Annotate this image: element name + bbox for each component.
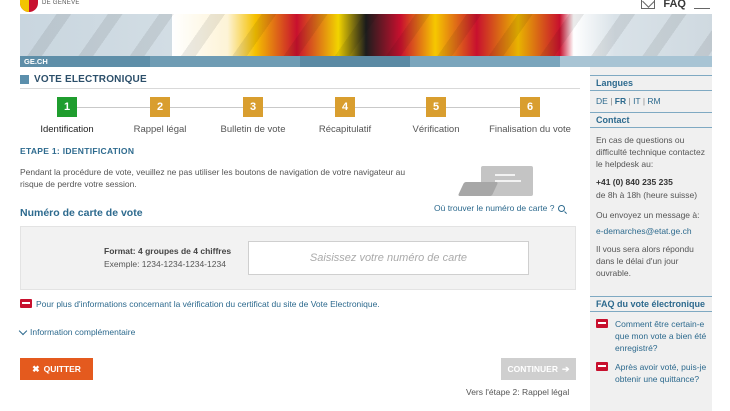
- faq-item[interactable]: Comment être certain-e que mon vote a bi…: [596, 318, 708, 354]
- scale-icon[interactable]: [694, 0, 710, 9]
- quit-button[interactable]: ✖ QUITTER: [20, 358, 93, 380]
- continue-label: CONTINUER: [507, 364, 558, 374]
- stepper-line: [67, 107, 532, 108]
- lang-fr[interactable]: FR: [615, 96, 626, 106]
- site-label[interactable]: GE.CH: [24, 57, 48, 66]
- sidebar-rule-faq: [590, 296, 712, 297]
- continue-button[interactable]: CONTINUER ➔: [501, 358, 576, 380]
- navigation-notice: Pendant la procédure de vote, veuillez n…: [20, 167, 406, 189]
- faq-title: FAQ du vote électronique: [596, 299, 706, 309]
- more-info-text[interactable]: Information complémentaire: [30, 327, 135, 337]
- section-square-icon: [20, 75, 29, 84]
- pdf-icon: [596, 362, 608, 371]
- helpdesk-phone: +41 (0) 840 235 235: [596, 177, 673, 187]
- header-banner: [20, 14, 712, 56]
- card-number-input[interactable]: [248, 241, 529, 275]
- more-info-toggle[interactable]: Information complémentaire: [18, 326, 135, 337]
- sidebar-rule-faq-bottom: [590, 311, 712, 312]
- contact-text: En cas de questions ou difficulté techni…: [596, 135, 705, 169]
- step-4-badge: 4: [335, 97, 355, 117]
- languages-title: Langues: [596, 78, 634, 88]
- faq-link[interactable]: FAQ: [663, 0, 686, 10]
- mail-icon[interactable]: [641, 0, 656, 9]
- sidebar-rule-contact: [590, 112, 712, 113]
- email-intro: Ou envoyez un message à:: [596, 210, 700, 220]
- certificate-info-text[interactable]: Pour plus d'informations concernant la v…: [36, 299, 380, 309]
- faq-item-text[interactable]: Comment être certain-e que mon vote a bi…: [615, 318, 708, 354]
- step-2-badge: 2: [150, 97, 170, 117]
- pdf-icon: [596, 319, 608, 328]
- quit-label: QUITTER: [43, 364, 81, 374]
- step-6-label: Finalisation du vote: [489, 124, 571, 135]
- pdf-icon: [20, 299, 32, 308]
- step-5-badge: 5: [426, 97, 446, 117]
- helpdesk-hours: de 8h à 18h (heure suisse): [596, 190, 698, 200]
- format-hint: Format: 4 groupes de 4 chiffres: [104, 246, 232, 256]
- section-header: VOTE ELECTRONIQUE: [20, 74, 147, 85]
- voting-card-illustration: [457, 166, 533, 198]
- next-step-hint: Vers l'étape 2: Rappel légal: [466, 387, 570, 397]
- top-bar: DE GENEVE FAQ: [0, 0, 730, 14]
- helpdesk-email[interactable]: e-demarches@etat.ge.ch: [596, 226, 692, 236]
- card-number-title: Numéro de carte de vote: [20, 207, 143, 219]
- sidebar-rule-contact-bottom: [590, 127, 712, 128]
- where-card-number-text[interactable]: Où trouver le numéro de carte ?: [434, 203, 554, 213]
- close-icon: ✖: [32, 363, 40, 374]
- reply-text: Il vous sera alors répondu dans le délai…: [596, 244, 694, 278]
- arrow-right-icon: ➔: [561, 363, 570, 374]
- faq-item[interactable]: Après avoir voté, puis-je obtenir une qu…: [596, 361, 708, 385]
- chevron-down-icon: [18, 326, 28, 335]
- zoom-icon[interactable]: [558, 204, 566, 212]
- faq-item-text[interactable]: Après avoir voté, puis-je obtenir une qu…: [615, 361, 708, 385]
- sidebar-rule-languages: [590, 90, 712, 91]
- step-heading: ETAPE 1: IDENTIFICATION: [20, 146, 135, 156]
- geneva-crest-icon[interactable]: [20, 0, 38, 12]
- certificate-info-link[interactable]: Pour plus d'informations concernant la v…: [20, 299, 380, 309]
- step-6-badge: 6: [520, 97, 540, 117]
- lang-rm[interactable]: RM: [647, 96, 660, 106]
- crest-text: DE GENEVE: [42, 0, 80, 6]
- lang-it[interactable]: IT: [633, 96, 640, 106]
- step-1-badge: 1: [57, 97, 77, 117]
- contact-title: Contact: [596, 115, 630, 125]
- section-divider: [20, 88, 580, 89]
- top-right-links: FAQ: [641, 0, 710, 10]
- site-strip: [20, 56, 712, 67]
- lang-de[interactable]: DE: [596, 96, 608, 106]
- where-card-number-link[interactable]: Où trouver le numéro de carte ?: [434, 203, 566, 213]
- section-title: VOTE ELECTRONIQUE: [34, 74, 147, 85]
- step-3-badge: 3: [243, 97, 263, 117]
- sidebar-rule-top: [590, 75, 712, 76]
- example-hint: Exemple: 1234-1234-1234-1234: [104, 259, 226, 269]
- language-switcher: DE | FR | IT | RM: [596, 96, 661, 106]
